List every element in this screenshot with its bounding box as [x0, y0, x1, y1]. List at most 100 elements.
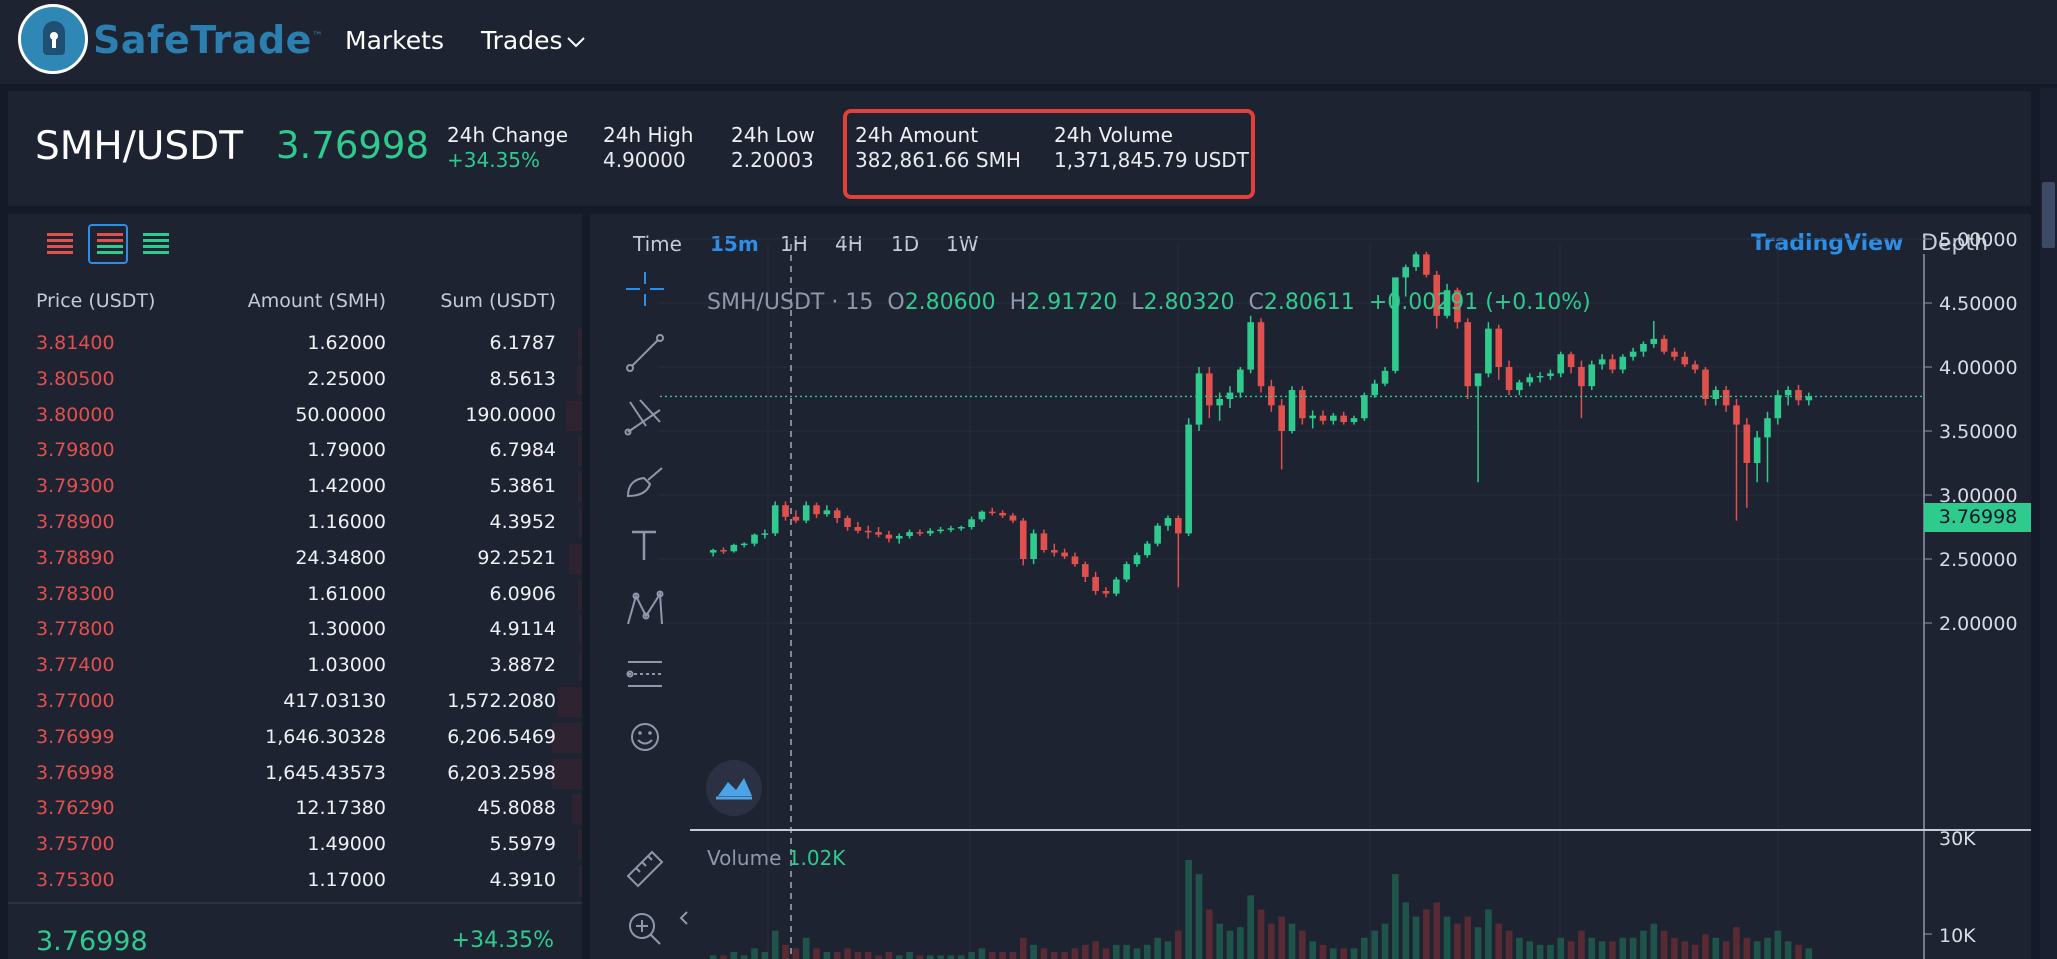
- order-row[interactable]: 3.80000 50.00000 190.0000: [8, 398, 582, 434]
- candle-body[interactable]: [1278, 405, 1285, 431]
- candle-body[interactable]: [1299, 390, 1306, 419]
- market-pair-title[interactable]: SMH/USDT: [35, 124, 243, 169]
- candle-body[interactable]: [813, 505, 820, 515]
- candle-body[interactable]: [1185, 424, 1192, 534]
- order-row[interactable]: 3.79800 1.79000 6.7984: [8, 433, 582, 469]
- candle-body[interactable]: [1133, 555, 1141, 565]
- candle-body[interactable]: [1774, 395, 1782, 419]
- buy-orders-view-icon[interactable]: [136, 224, 176, 264]
- candle-body[interactable]: [1743, 424, 1751, 463]
- candle-body[interactable]: [1071, 556, 1079, 565]
- candle-body[interactable]: [1795, 390, 1802, 401]
- candle-body[interactable]: [1516, 382, 1523, 391]
- candle-body[interactable]: [988, 511, 996, 514]
- candle-body[interactable]: [1412, 254, 1420, 268]
- safetrade-logo-icon[interactable]: [18, 4, 88, 74]
- candle-body[interactable]: [1660, 338, 1668, 352]
- candle-body[interactable]: [1722, 390, 1730, 406]
- zoom-in-icon[interactable]: [616, 904, 674, 954]
- order-row[interactable]: 3.75300 1.17000 4.3910: [8, 863, 582, 899]
- candle-body[interactable]: [1102, 591, 1110, 594]
- page-scrollbar[interactable]: [2040, 88, 2057, 959]
- candle-body[interactable]: [1288, 390, 1296, 431]
- candle-body[interactable]: [1650, 338, 1658, 344]
- candle-body[interactable]: [1567, 354, 1575, 367]
- candle-body[interactable]: [1536, 375, 1544, 378]
- candle-body[interactable]: [1598, 359, 1606, 365]
- candle-body[interactable]: [1330, 415, 1337, 421]
- candle-body[interactable]: [1619, 356, 1627, 370]
- candle-body[interactable]: [1784, 390, 1792, 396]
- candle-body[interactable]: [1092, 576, 1099, 591]
- order-row[interactable]: 3.78890 24.34800 92.2521: [8, 541, 582, 577]
- all-orders-view-icon[interactable]: [88, 224, 128, 264]
- candle-body[interactable]: [1423, 254, 1430, 275]
- candle-body[interactable]: [1557, 354, 1565, 374]
- candle-body[interactable]: [1257, 322, 1265, 387]
- candle-body[interactable]: [1319, 415, 1327, 421]
- candle-body[interactable]: [1681, 356, 1689, 365]
- candle-body[interactable]: [1019, 520, 1027, 559]
- candle-body[interactable]: [720, 550, 727, 552]
- candle-body[interactable]: [1733, 405, 1740, 425]
- candle-body[interactable]: [1216, 399, 1223, 406]
- candle-body[interactable]: [1081, 564, 1089, 577]
- candle-body[interactable]: [1640, 343, 1647, 352]
- candle-body[interactable]: [709, 550, 717, 553]
- candle-body[interactable]: [999, 512, 1006, 516]
- candle-body[interactable]: [947, 528, 955, 530]
- candle-body[interactable]: [1402, 267, 1410, 278]
- candle-body[interactable]: [1050, 550, 1058, 553]
- candle-body[interactable]: [1753, 437, 1761, 463]
- candle-body[interactable]: [1112, 579, 1120, 594]
- candle-body[interactable]: [751, 534, 758, 544]
- candle-body[interactable]: [1526, 377, 1534, 383]
- brush-icon[interactable]: [616, 456, 674, 506]
- candle-body[interactable]: [906, 532, 913, 536]
- trend-line-icon[interactable]: [616, 328, 674, 378]
- candle-body[interactable]: [1195, 373, 1203, 425]
- candle-body[interactable]: [730, 544, 738, 552]
- candle-body[interactable]: [771, 505, 779, 534]
- candle-body[interactable]: [968, 519, 975, 527]
- candle-body[interactable]: [895, 535, 903, 539]
- ruler-icon[interactable]: [616, 840, 674, 890]
- order-row[interactable]: 3.78900 1.16000 4.3952: [8, 505, 582, 541]
- order-row[interactable]: 3.81400 1.62000 6.1787: [8, 326, 582, 362]
- candle-body[interactable]: [916, 532, 924, 534]
- pitchfork-icon[interactable]: [616, 392, 674, 442]
- order-row[interactable]: 3.76290 12.17380 45.8088: [8, 791, 582, 827]
- order-row[interactable]: 3.76998 1,645.43573 6,203.2598: [8, 756, 582, 792]
- order-row[interactable]: 3.77400 1.03000 3.8872: [8, 648, 582, 684]
- logo-text[interactable]: SafeTrade™: [93, 18, 323, 62]
- collapse-toolbar-chevron-icon[interactable]: [677, 908, 691, 932]
- candle-body[interactable]: [1206, 373, 1213, 406]
- emoji-icon[interactable]: [616, 712, 674, 762]
- candle-body[interactable]: [875, 532, 882, 535]
- candle-body[interactable]: [1712, 390, 1720, 399]
- tradingview-logo-icon[interactable]: [706, 760, 762, 816]
- order-row[interactable]: 3.77800 1.30000 4.9114: [8, 612, 582, 648]
- sell-orders-view-icon[interactable]: [40, 224, 80, 264]
- candle-body[interactable]: [1381, 370, 1389, 384]
- candle-body[interactable]: [1547, 373, 1554, 376]
- candle-body[interactable]: [1040, 533, 1048, 551]
- prediction-icon[interactable]: [616, 648, 674, 698]
- candle-body[interactable]: [864, 530, 872, 533]
- candle-body[interactable]: [1609, 359, 1616, 370]
- candle-body[interactable]: [1175, 518, 1182, 534]
- candle-body[interactable]: [957, 527, 965, 529]
- candle-body[interactable]: [1485, 328, 1492, 374]
- candle-body[interactable]: [1237, 369, 1244, 393]
- text-tool-icon[interactable]: [616, 520, 674, 570]
- candle-body[interactable]: [1464, 322, 1472, 387]
- candle-body[interactable]: [1154, 525, 1161, 544]
- candle-body[interactable]: [1061, 552, 1068, 557]
- candle-body[interactable]: [1371, 383, 1379, 396]
- order-row[interactable]: 3.75700 1.49000 5.5979: [8, 827, 582, 863]
- candle-body[interactable]: [1247, 322, 1254, 370]
- candle-body[interactable]: [1309, 415, 1316, 419]
- candle-body[interactable]: [740, 543, 748, 546]
- candle-body[interactable]: [926, 530, 934, 534]
- scrollbar-thumb[interactable]: [2042, 182, 2055, 248]
